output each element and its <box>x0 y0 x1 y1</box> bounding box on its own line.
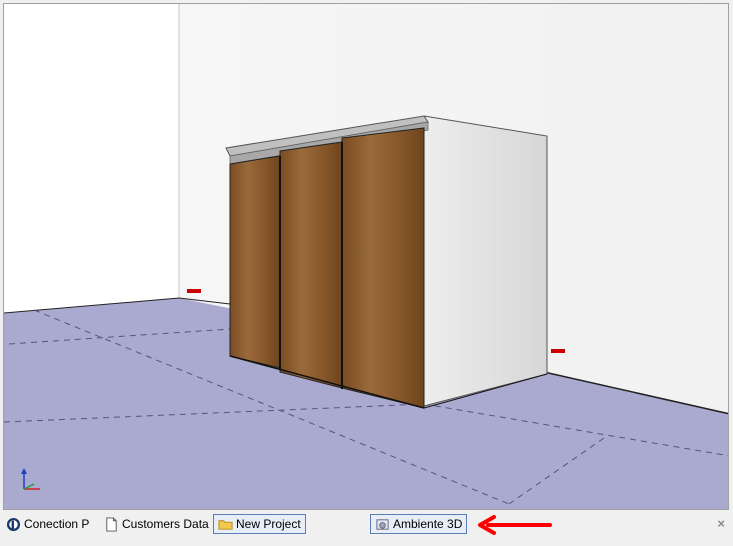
tab-label: Customers Data <box>122 517 209 531</box>
3d-viewport[interactable] <box>3 3 729 510</box>
tab-customers-data[interactable]: Customers Data <box>100 514 213 534</box>
cabinet-side-panel <box>423 115 548 407</box>
tab-new-project[interactable]: New Project <box>213 514 306 534</box>
folder-icon <box>218 519 233 530</box>
red-marker-left <box>187 289 201 293</box>
close-icon[interactable]: × <box>717 516 725 531</box>
tab-conection-p[interactable]: Conection P <box>2 514 93 534</box>
door-center <box>279 141 343 389</box>
3d-scene-icon <box>376 518 389 530</box>
tab-label: Conection P <box>24 517 90 531</box>
door-right <box>341 127 425 409</box>
tab-ambiente-3d[interactable]: Ambiente 3D <box>370 514 468 534</box>
tab-label: Ambiente 3D <box>393 517 463 531</box>
left-wall <box>4 4 182 309</box>
tab-label: New Project <box>236 517 301 531</box>
document-icon <box>106 516 117 532</box>
application-window: Conection P Customers Data New Project A… <box>0 0 733 546</box>
bottom-tab-bar: Conection P Customers Data New Project A… <box>0 512 733 538</box>
door-left <box>229 155 281 369</box>
app-logo-icon <box>6 517 21 531</box>
red-arrow-icon <box>478 515 552 535</box>
red-marker-right <box>551 349 565 353</box>
